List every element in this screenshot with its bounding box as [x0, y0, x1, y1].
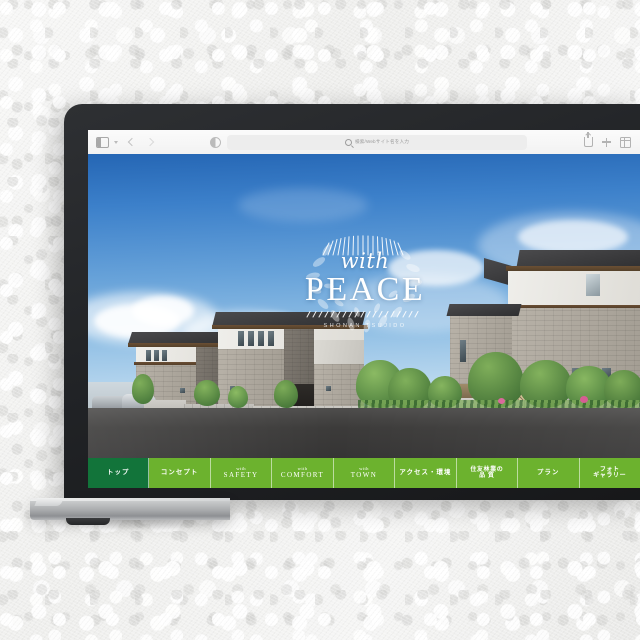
- shrub: [274, 380, 298, 408]
- toolbar-right-group: [584, 132, 640, 148]
- browser-toolbar: 検索/Webサイト名を入力: [88, 130, 640, 155]
- house-window: [248, 331, 254, 346]
- shrub: [194, 380, 220, 406]
- house-window: [180, 388, 185, 393]
- nav-item-6[interactable]: 住友林業の品 質: [457, 458, 519, 488]
- nav-item-3[interactable]: with COMFORT: [272, 458, 334, 488]
- nav-item-7[interactable]: プラン: [518, 458, 580, 488]
- flower: [580, 396, 588, 403]
- house-wall: [314, 340, 364, 364]
- house-window: [258, 331, 264, 346]
- house-window: [586, 274, 600, 296]
- nav-item-2[interactable]: with SAFETY: [211, 458, 273, 488]
- cloud: [518, 220, 628, 254]
- site-logo: with PEACE SHONAN TSUJIDO: [286, 226, 444, 338]
- tree: [132, 374, 154, 404]
- house-window: [162, 350, 167, 361]
- nav-item-label: プラン: [537, 468, 560, 476]
- house-window: [146, 350, 151, 361]
- laptop-base-notch: [34, 498, 64, 506]
- address-bar-placeholder: 検索/Webサイト名を入力: [355, 139, 409, 144]
- tab-overview-icon[interactable]: [620, 136, 631, 148]
- appearance-icon[interactable]: [210, 136, 221, 148]
- laptop: 検索/Webサイト名を入力 with PEACE SHONAN TSUJIDO …: [64, 104, 640, 500]
- laptop-screen: 検索/Webサイト名を入力 with PEACE SHONAN TSUJIDO …: [88, 130, 640, 488]
- cloud: [132, 296, 194, 326]
- cloud: [238, 188, 368, 222]
- house-wall: [508, 271, 640, 305]
- chevron-down-icon[interactable]: [114, 140, 118, 144]
- nav-item-label: トップ: [106, 468, 130, 476]
- search-icon: [345, 138, 353, 146]
- toolbar-left-group: [88, 136, 155, 148]
- hero-image: with PEACE SHONAN TSUJIDO: [88, 154, 640, 464]
- house-window: [326, 386, 331, 391]
- dash-ornament-icon: [306, 311, 419, 318]
- nav-item-label: TOWN: [350, 470, 378, 479]
- site-navigation: トップ コンセプト with SAFETY with COMFORT with TOWN アクセ…: [88, 458, 640, 488]
- nav-item-label: 品 質: [479, 473, 495, 479]
- house-roof: [446, 304, 522, 316]
- toolbar-center-group: 検索/Webサイト名を入力: [153, 134, 584, 150]
- sidebar-icon[interactable]: [96, 136, 109, 148]
- screenshot-stage: 検索/Webサイト名を入力 with PEACE SHONAN TSUJIDO …: [0, 0, 640, 640]
- nav-item-1[interactable]: コンセプト: [149, 458, 211, 488]
- address-bar[interactable]: 検索/Webサイト名を入力: [227, 134, 527, 150]
- forward-button-icon[interactable]: [145, 137, 155, 147]
- shrub: [228, 386, 248, 408]
- share-icon[interactable]: [584, 132, 593, 147]
- house-window: [154, 350, 159, 361]
- nav-item-8[interactable]: フォト ギャラリー: [580, 458, 640, 488]
- nav-item-5[interactable]: アクセス・環境: [395, 458, 457, 488]
- nav-item-label: アクセス・環境: [399, 468, 452, 476]
- laptop-foot: [66, 518, 110, 525]
- page-viewport: with PEACE SHONAN TSUJIDO トップ コンセプト with…: [88, 154, 640, 488]
- house-window: [460, 340, 466, 362]
- nav-item-label: SAFETY: [223, 470, 259, 479]
- road-reflection: [88, 408, 640, 464]
- house-window: [268, 331, 274, 346]
- nav-item-label: コンセプト: [160, 468, 199, 476]
- nav-item-label: ギャラリー: [593, 473, 627, 479]
- flower: [498, 398, 505, 404]
- nav-item-label: COMFORT: [280, 470, 325, 479]
- nav-item-4[interactable]: with TOWN: [334, 458, 396, 488]
- plus-icon[interactable]: [602, 137, 611, 147]
- logo-subtitle: SHONAN TSUJIDO: [323, 323, 407, 329]
- logo-wordmark: PEACE: [304, 271, 426, 308]
- house-window: [238, 331, 244, 346]
- logo-script-text: with: [340, 249, 390, 273]
- nav-item-0[interactable]: トップ: [88, 458, 150, 488]
- back-button-icon[interactable]: [127, 137, 137, 147]
- laptop-lid: 検索/Webサイト名を入力 with PEACE SHONAN TSUJIDO …: [64, 104, 640, 500]
